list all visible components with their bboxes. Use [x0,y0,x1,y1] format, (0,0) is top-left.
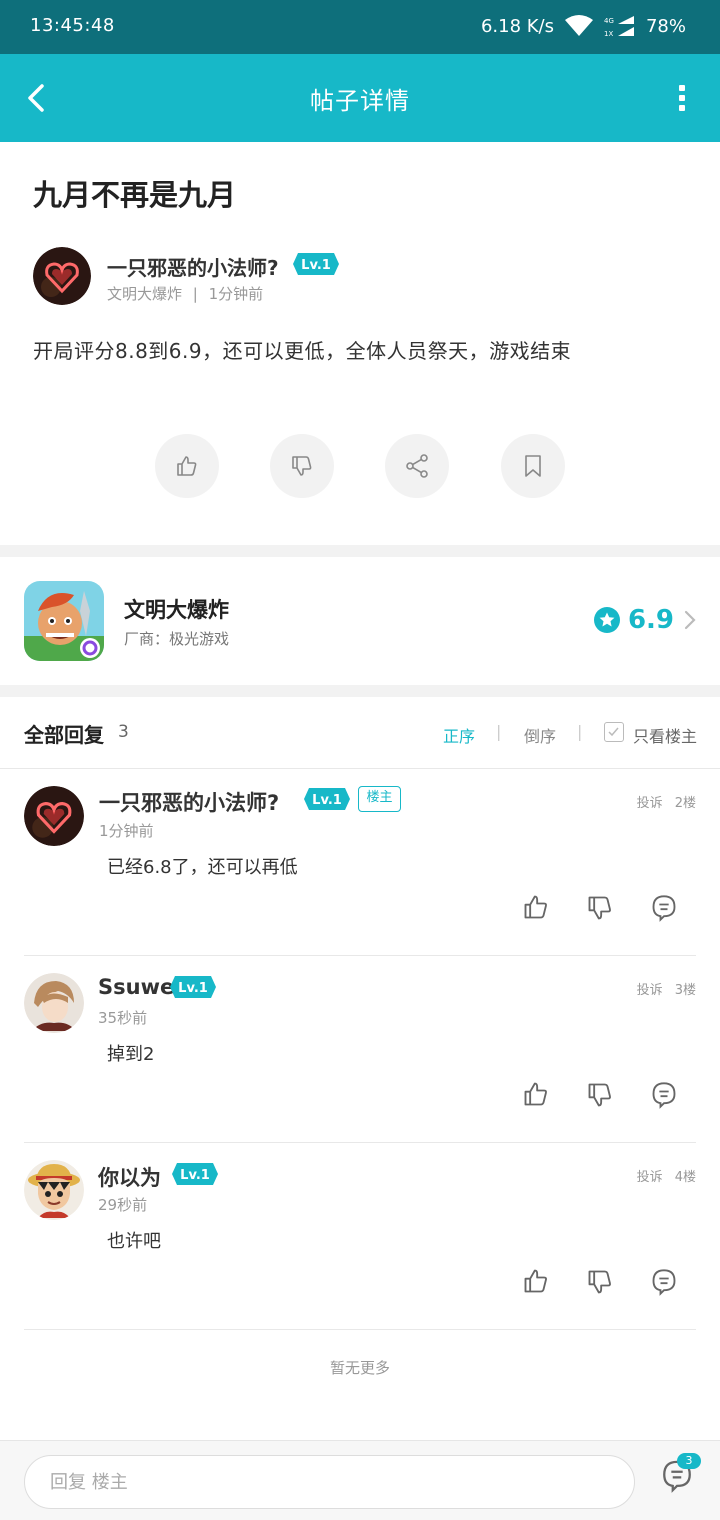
bookmark-icon [525,455,541,477]
wifi-icon [564,15,593,36]
reply-author-name[interactable]: 一只邪恶的小法师? [99,787,279,817]
page-title: 帖子详情 [310,87,410,115]
reply-time: 35秒前 [98,1009,148,1027]
status-bar: 13:45:48 6.18 K/s 4G 1X 78% [0,0,720,54]
thumbs-up-icon[interactable] [522,1267,550,1295]
post-time: 1分钟前 [208,285,264,303]
dislike-button[interactable] [270,434,334,498]
reply-text: 也许吧 [107,1231,161,1252]
level-badge: Lv.1 [304,788,350,810]
report-link[interactable]: 投诉 [637,983,663,998]
reply-meta: 投诉 2楼 [637,792,696,811]
game-name[interactable]: 文明大爆炸 [124,594,229,624]
bottom-bar: 3 [0,1440,720,1520]
thumbs-down-icon[interactable] [586,894,614,922]
check-icon [608,727,619,737]
comment-icon[interactable] [650,1081,678,1109]
thumbs-down-icon[interactable] [586,1268,614,1296]
app-bar: 帖子详情 [0,54,720,142]
game-vendor: 厂商：极光游戏 [124,630,230,648]
chevron-right-icon [684,610,696,630]
share-icon [406,454,428,478]
reply-input[interactable] [24,1455,635,1509]
svg-text:Lv.1: Lv.1 [178,981,208,996]
thumbs-up-icon[interactable] [522,893,550,921]
game-rating[interactable]: 6.9 [593,605,698,635]
sort-descending-tab[interactable]: 倒序 [524,723,556,747]
author-avatar[interactable] [33,247,91,305]
thumbs-up-icon [177,456,197,476]
only-op-label[interactable]: 只看楼主 [633,723,697,747]
rating-value: 6.9 [627,605,674,635]
reply-text: 掉到2 [107,1044,155,1065]
post-body: 开局评分8.8到6.9，还可以更低，全体人员祭天，游戏结束 [33,339,572,363]
author-game: 文明大爆炸 [107,285,183,303]
replies-count: 3 [118,722,129,742]
post-title: 九月不再是九月 [33,178,237,212]
game-icon [24,581,104,661]
floor-number: 2楼 [674,796,696,811]
more-options-icon[interactable] [674,82,690,114]
svg-text:Lv.1: Lv.1 [312,793,342,808]
reply-divider [24,955,696,956]
no-more-label: 暂无更多 [329,1359,390,1377]
reply-time: 1分钟前 [99,822,154,840]
thumbs-up-icon[interactable] [522,1080,550,1108]
level-badge: Lv.1 [293,253,339,275]
like-button[interactable] [155,434,219,498]
cellular-signal-icon: 4G 1X [604,16,634,38]
share-button[interactable] [385,434,449,498]
thumbs-down-icon [292,456,312,476]
reply-meta: 投诉 3楼 [637,979,696,998]
header-divider [0,768,720,769]
bookmark-button[interactable] [501,434,565,498]
reply-divider [24,1142,696,1143]
replies-title: 全部回复 [24,723,104,747]
report-link[interactable]: 投诉 [637,1170,663,1185]
status-time: 13:45:48 [30,15,115,36]
floor-number: 3楼 [674,983,696,998]
reply-meta: 投诉 4楼 [637,1166,696,1185]
comment-icon[interactable] [650,1268,678,1296]
author-name[interactable]: 一只邪恶的小法师? [107,252,279,281]
reply-avatar[interactable] [24,973,84,1033]
section-divider [0,685,720,697]
sort-separator: | [577,722,583,741]
thumbs-down-icon[interactable] [586,1081,614,1109]
report-link[interactable]: 投诉 [637,796,663,811]
sort-ascending-tab[interactable]: 正序 [443,723,475,747]
meta-separator: | [192,285,198,303]
only-op-checkbox[interactable] [604,722,624,742]
reply-avatar[interactable] [24,786,84,846]
level-badge: Lv.1 [170,976,216,998]
star-badge-icon [593,607,620,633]
reply-author-name[interactable]: Ssuwe [98,975,174,999]
author-meta: 文明大爆炸 | 1分钟前 [107,283,263,304]
svg-text:Lv.1: Lv.1 [180,1168,210,1183]
comment-count-badge: 3 [677,1453,701,1469]
section-divider [0,545,720,557]
reply-author-name[interactable]: 你以为 [98,1162,161,1192]
reply-avatar[interactable] [24,1160,84,1220]
level-badge: Lv.1 [172,1163,218,1185]
reply-time: 29秒前 [98,1196,148,1214]
op-badge: 楼主 [358,786,401,812]
network-type-top: 4G [604,17,614,25]
reply-text: 已经6.8了，还可以再低 [107,857,298,878]
network-type-bottom: 1X [604,30,613,38]
reply-divider [24,1329,696,1330]
svg-text:Lv.1: Lv.1 [301,258,331,273]
battery-level: 78% [645,15,686,37]
floor-number: 4楼 [674,1170,696,1185]
comment-icon[interactable] [650,894,678,922]
sort-separator: | [496,722,502,741]
network-speed: 6.18 K/s [480,15,554,37]
